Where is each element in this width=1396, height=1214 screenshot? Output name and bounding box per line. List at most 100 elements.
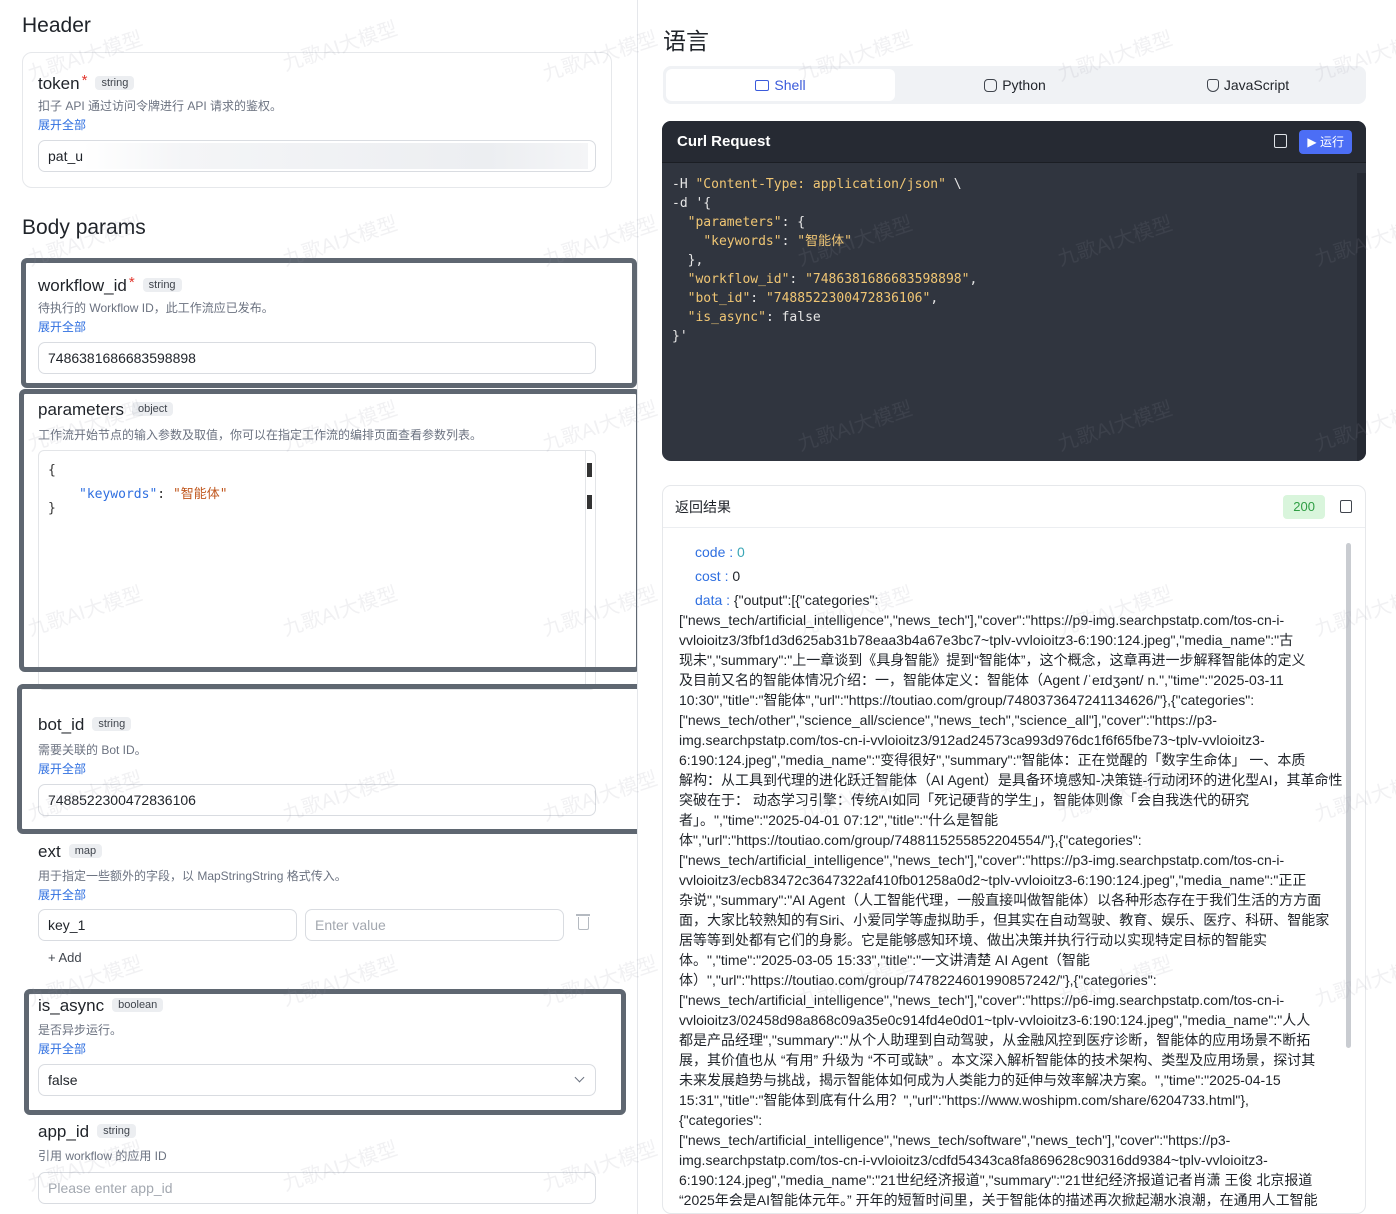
javascript-icon [1206, 79, 1219, 92]
response-data-line: 体","url":"https://toutiao.com/group/7488… [679, 832, 1142, 848]
json-line: "keywords": "智能体" [79, 487, 228, 502]
terminal-icon [755, 80, 770, 91]
add-ext-button[interactable]: + Add [48, 950, 82, 965]
ext-value-input[interactable]: Enter value [305, 909, 564, 941]
trash-icon[interactable] [576, 914, 590, 930]
type-badge: boolean [112, 998, 164, 1012]
app-id-param-name: app_id string [38, 1122, 136, 1142]
code-line: }, [672, 253, 704, 268]
brace-close: } [48, 501, 56, 516]
response-data-line: ["news_tech/other","science_all/science"… [679, 712, 1217, 728]
type-badge: string [92, 717, 132, 731]
parameters-json-editor[interactable]: { "keywords": "智能体" } [38, 450, 596, 690]
workflow-id-input[interactable]: 7486381686683598898 [38, 342, 596, 374]
response-data-line: 6:190:124.jpeg","media_name":"21世纪经济报道",… [679, 1172, 1313, 1188]
response-header: 返回结果 200 [663, 486, 1365, 528]
response-data-line: 未来发展趋势与挑战，揭示智能体如何成为人类能力的延伸与效率解决方案。","tim… [679, 1072, 1281, 1088]
response-data-line: 突破在于： 动态学习引擎：传统AI如同「死记硬背的学生」，智能体则像「会自我迭代… [679, 792, 1250, 808]
app-id-desc: 引用 workflow 的应用 ID [38, 1149, 167, 1163]
response-data-line: {"categories": [679, 1112, 763, 1128]
expand-all-link[interactable]: 展开全部 [38, 760, 86, 777]
editor-scrollbar[interactable] [587, 495, 592, 509]
workflow-id-param-name: workflow_id * string [38, 274, 182, 296]
header-section-title: Header [22, 14, 91, 37]
response-data-line: 6:190:124.jpeg","media_name":"变得很好","sum… [679, 752, 1306, 768]
response-data-line: ["news_tech/artificial_intelligence","ne… [679, 992, 1285, 1008]
python-icon [984, 79, 998, 92]
response-data-line: 解构：从工具到代理的进化跃迁智能体（AI Agent）是具备环境感知-决策链-行… [679, 772, 1343, 788]
response-scrollbar[interactable] [1346, 543, 1351, 1048]
run-button[interactable]: ▶ 运行 [1299, 130, 1352, 154]
editor-scrollbar[interactable] [587, 463, 592, 477]
response-data-line: 现未","summary":"上一章谈到《具身智能》提到“智能体”，这个概念，这… [679, 652, 1306, 668]
curl-code-block: -H "Content-Type: application/json" \ -d … [662, 163, 1366, 358]
code-line: "is_async": false [687, 310, 821, 325]
curl-request-panel: Curl Request ▶ 运行 -H "Content-Type: appl… [662, 121, 1366, 461]
response-data-line: data : {"output":[{"categories": [695, 592, 879, 608]
expand-all-link[interactable]: 展开全部 [38, 116, 86, 133]
code-line: -d '{ [672, 196, 712, 211]
expand-all-link[interactable]: 展开全部 [38, 318, 86, 335]
response-data-line: vvloioitz3/ecb83472c3647322af410fb01258a… [679, 872, 1307, 888]
response-code-line: code : 0 [695, 544, 745, 560]
bot-id-input[interactable]: 7488522300472836106 [38, 784, 596, 816]
is-async-desc: 是否异步运行。 [38, 1023, 123, 1037]
bot-id-desc: 需要关联的 Bot ID。 [38, 743, 147, 757]
tab-shell[interactable]: Shell [666, 69, 895, 101]
language-title: 语言 [663, 28, 709, 54]
type-badge: map [68, 844, 103, 858]
code-line: "bot_id": "7488522300472836106", [687, 291, 939, 306]
brace-open: { [48, 463, 56, 478]
response-data-line: img.searchpstatp.com/tos-cn-i-vvloioitz3… [679, 1152, 1268, 1168]
copy-icon[interactable] [1274, 134, 1287, 148]
type-badge: string [95, 76, 135, 90]
ext-key-input[interactable]: key_1 [38, 909, 297, 941]
app-id-input[interactable]: Please enter app_id [38, 1172, 596, 1204]
tab-javascript[interactable]: JavaScript [1133, 69, 1363, 101]
curl-scrollbar[interactable] [1357, 173, 1366, 461]
workflow-id-desc: 待执行的 Workflow ID，此工作流应已发布。 [38, 301, 274, 315]
token-param-name: token * string [38, 72, 135, 94]
code-line: }' [672, 329, 688, 344]
expand-all-link[interactable]: 展开全部 [38, 1040, 86, 1057]
chevron-down-icon [574, 1072, 585, 1083]
response-data-line: 体。","time":"2025-03-05 15:33","title":"一… [679, 952, 1090, 968]
type-badge: string [97, 1124, 136, 1138]
tab-python[interactable]: Python [900, 69, 1130, 101]
params-panel: Header token * string 扣子 API 通过访问令牌进行 API … [0, 0, 638, 1214]
copy-icon[interactable] [1340, 500, 1352, 513]
request-panel: 语言 Shell Python JavaScript Curl Request … [639, 0, 1396, 1214]
response-body: code : 0 cost : 0 data : {"output":[{"ca… [663, 528, 1365, 1210]
code-line: "workflow_id": "7486381686683598898", [687, 272, 978, 287]
token-input[interactable]: pat_u [38, 140, 596, 172]
ext-desc: 用于指定一些额外的字段，以 MapStringString 格式传入。 [38, 869, 347, 883]
status-badge: 200 [1283, 495, 1325, 519]
response-data-line: ["news_tech/artificial_intelligence","ne… [679, 852, 1285, 868]
is-async-param-name: is_async boolean [38, 996, 164, 1016]
response-data-line: 都是产品经理","summary":"从个人助理到自动驾驶，从金融风控到医疗诊断… [679, 1032, 1311, 1048]
ext-param-name: ext map [38, 842, 103, 862]
code-line: "parameters": { [687, 215, 806, 230]
is-async-select[interactable]: false [38, 1064, 596, 1096]
response-data-line: 体）","url":"https://toutiao.com/group/747… [679, 972, 1157, 988]
response-data-line: 及目前又名的智能体情况介绍：一，智能体定义：智能体（Agent /ˈeɪdʒən… [679, 672, 1284, 688]
response-data-line: ["news_tech/artificial_intelligence","ne… [679, 612, 1285, 628]
code-line: "keywords": "智能体" [703, 234, 852, 249]
response-data-line: vvloioitz3/3fbf1d3d625ab31b78eaa3b4a67e3… [679, 632, 1294, 648]
curl-header: Curl Request ▶ 运行 [662, 121, 1366, 163]
parameters-desc: 工作流开始节点的输入参数及取值，你可以在指定工作流的编排页面查看参数列表。 [38, 428, 483, 442]
response-data-line: vvloioitz3/02458d98a868c09a35e0c914fd4e0… [679, 1012, 1311, 1028]
redacted-token [83, 143, 588, 169]
response-data-line: 展，其价值也从 “有用” 升级为 “不可或缺” 。本文深入解析智能体的技术架构、… [679, 1052, 1316, 1068]
response-data-line: 10:30","title":"智能体","url":"https://tout… [679, 692, 1255, 708]
response-data-line: ["news_tech/artificial_intelligence","ne… [679, 1132, 1231, 1148]
response-panel: 返回结果 200 code : 0 cost : 0 data : {"outp… [662, 485, 1366, 1214]
editor-gutter [585, 451, 586, 689]
response-data-line: 居等等到处都有它们的身影。它是能够感知环境、做出决策并执行行动以实现特定目标的智… [679, 932, 1267, 948]
response-data: data : {"output":[{"categories": ["news_t… [679, 590, 1351, 1210]
response-cost-line: cost : 0 [695, 568, 741, 584]
expand-all-link[interactable]: 展开全部 [38, 886, 86, 903]
response-data-line: 面，大家比较熟知的有Siri、小爱同学等虚拟助手，但其实在自动驾驶、教育、娱乐、… [679, 912, 1330, 928]
parameters-param-name: parameters object [38, 400, 174, 420]
code-line: -H "Content-Type: application/json" \ [672, 177, 962, 192]
